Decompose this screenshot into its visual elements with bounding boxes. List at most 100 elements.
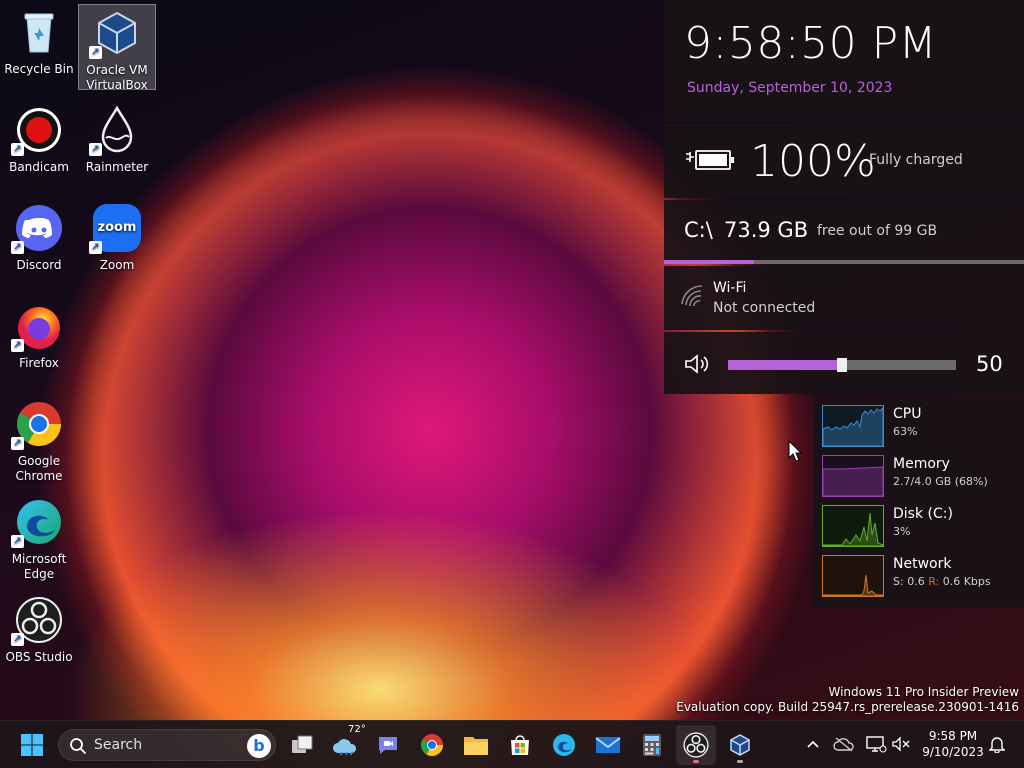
volume-slider[interactable]: [728, 358, 956, 372]
ethernet-icon: [866, 736, 887, 753]
shortcut-arrow-icon: ↗: [11, 143, 24, 156]
battery-percent: 100%: [750, 136, 876, 187]
watermark-line1: Windows 11 Pro Insider Preview: [828, 685, 1019, 699]
battery-charging-icon: [684, 148, 736, 172]
shortcut-arrow-icon: ↗: [11, 241, 24, 254]
disk-free-space: 73.9 GB: [724, 218, 809, 242]
chevron-up-icon: [807, 740, 819, 748]
mouse-cursor-icon: [788, 440, 802, 462]
desktop-icon-rainmeter[interactable]: ↗ Rainmeter: [78, 102, 156, 184]
battery-status: Fully charged: [869, 152, 963, 168]
resource-value: S: 0.6 R: 0.6 Kbps: [893, 575, 991, 588]
taskbar-task-view[interactable]: [282, 725, 322, 765]
start-button[interactable]: [12, 725, 52, 765]
desktop-icon-label: OBS Studio: [5, 650, 73, 664]
disk-graph: [822, 505, 884, 547]
desktop-icon-chrome[interactable]: ↗ Google Chrome: [0, 396, 78, 483]
wifi-name: Wi-Fi: [713, 280, 747, 296]
taskbar-widgets[interactable]: 72°: [326, 724, 366, 765]
rainmeter-icon: ↗: [89, 105, 141, 156]
disk-total-text: free out of 99 GB: [817, 223, 938, 239]
volume-slider-thumb[interactable]: [837, 358, 847, 372]
taskbar-mail[interactable]: [588, 725, 628, 765]
taskbar: Search b 72° 9:58 PM 9/10/2023: [0, 720, 1024, 768]
obs-icon: [683, 732, 709, 758]
taskbar-clock[interactable]: 9:58 PM 9/10/2023: [918, 728, 988, 760]
bandicam-icon: ↗: [11, 106, 63, 156]
taskbar-obs[interactable]: [676, 725, 716, 765]
desktop-icon-virtualbox[interactable]: ↗ Oracle VM VirtualBox: [78, 4, 156, 92]
taskbar-search[interactable]: Search b: [58, 729, 276, 761]
wifi-widget: Wi-Fi Not connected: [664, 266, 1024, 330]
battery-widget: 100% Fully charged: [664, 124, 1024, 198]
desktop-icon-label: Bandicam: [9, 160, 69, 174]
taskbar-chrome[interactable]: [412, 725, 452, 765]
network-tray-icon[interactable]: [865, 733, 887, 755]
speaker-muted-icon: [892, 736, 910, 752]
desktop-icon-label: Oracle VM VirtualBox: [86, 63, 148, 92]
network-graph: [822, 555, 884, 597]
cpu-graph: [822, 405, 884, 447]
taskbar-virtualbox[interactable]: [720, 725, 760, 765]
volume-tray-icon[interactable]: [891, 733, 913, 755]
desktop-icon-label: Firefox: [19, 356, 59, 370]
chrome-icon: [421, 734, 443, 756]
windows-logo-icon: [21, 734, 43, 756]
resource-row-disk: Disk (C:) 3%: [814, 499, 1024, 549]
obs-icon: ↗: [11, 596, 63, 646]
desktop-icon-bandicam[interactable]: ↗ Bandicam: [0, 102, 78, 184]
wifi-icon: [680, 284, 704, 308]
chrome-icon: ↗: [11, 400, 63, 450]
zoom-icon: zoom ↗: [89, 204, 141, 254]
taskbar-teams[interactable]: [368, 725, 408, 765]
mail-icon: [595, 737, 621, 753]
desktop-icon-label: Zoom: [99, 258, 135, 272]
edge-icon: ↗: [11, 498, 63, 548]
speaker-icon[interactable]: [684, 352, 712, 376]
cloud-off-icon: [833, 737, 854, 752]
notifications-button[interactable]: [986, 733, 1008, 755]
resource-name: CPU: [893, 406, 922, 422]
bell-icon: [989, 737, 1005, 753]
resource-row-memory: Memory 2.7/4.0 GB (68%): [814, 449, 1024, 499]
bing-icon[interactable]: b: [247, 734, 271, 758]
desktop-icon-discord[interactable]: ↗ Discord: [0, 200, 78, 282]
resource-name: Memory: [893, 456, 950, 472]
taskbar-store[interactable]: [500, 725, 540, 765]
taskbar-edge[interactable]: [544, 725, 584, 765]
desktop-icon-edge[interactable]: ↗ Microsoft Edge: [0, 494, 78, 581]
running-indicator: [693, 760, 699, 763]
resource-value: 3%: [893, 525, 911, 538]
taskbar-file-explorer[interactable]: [456, 725, 496, 765]
shortcut-arrow-icon: ↗: [11, 339, 24, 352]
taskbar-time: 9:58 PM: [928, 729, 978, 743]
edge-icon: [553, 734, 575, 756]
discord-icon: ↗: [11, 204, 63, 254]
virtualbox-icon: ↗: [89, 9, 141, 59]
clock-time: 9:58:50 PM: [684, 18, 938, 69]
weather-temperature: 72°: [348, 724, 366, 735]
calculator-icon: [643, 734, 661, 756]
show-hidden-icons-button[interactable]: [802, 733, 824, 755]
taskbar-calculator[interactable]: [632, 725, 672, 765]
desktop-icon-recycle-bin[interactable]: Recycle Bin: [0, 4, 78, 86]
disk-widget: C:\ 73.9 GB free out of 99 GB: [664, 200, 1024, 264]
desktop-icon-zoom[interactable]: zoom ↗ Zoom: [78, 200, 156, 282]
desktop-icon-obs[interactable]: ↗ OBS Studio: [0, 592, 78, 674]
folder-icon: [464, 737, 488, 755]
network-send-value: 0.6: [907, 575, 925, 588]
network-receive-label: R:: [928, 575, 940, 588]
desktop-icon-label: Recycle Bin: [4, 62, 74, 76]
shortcut-arrow-icon: ↗: [89, 241, 102, 254]
desktop-icon-label: Discord: [16, 258, 62, 272]
disk-usage-bar: [664, 260, 1024, 264]
memory-graph: [822, 455, 884, 497]
onedrive-tray-icon[interactable]: [833, 733, 855, 755]
resource-row-cpu: CPU 63%: [814, 399, 1024, 449]
wifi-status: Not connected: [713, 300, 816, 316]
task-view-icon: [292, 735, 313, 753]
virtualbox-icon: [730, 734, 750, 756]
clock-widget: 9:58:50 PM Sunday, September 10, 2023: [664, 0, 1024, 122]
clock-date: Sunday, September 10, 2023: [687, 80, 893, 96]
desktop-icon-firefox[interactable]: ↗ Firefox: [0, 298, 78, 380]
